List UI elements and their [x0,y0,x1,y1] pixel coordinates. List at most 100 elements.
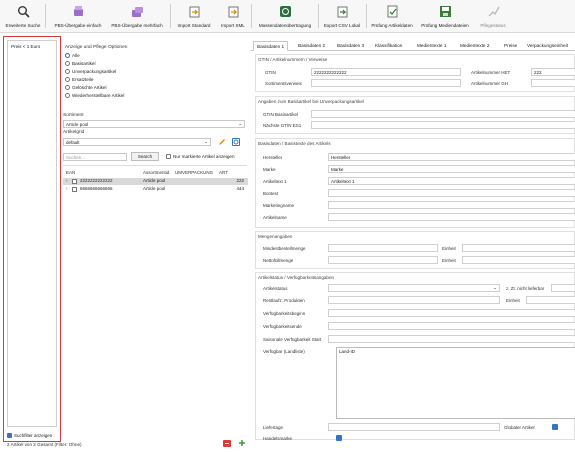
detail-tabs: Basisdaten 1 Basisdaten 2 Basisdaten 3 K… [250,41,575,51]
unit-select[interactable] [462,244,575,252]
global-article-checkbox[interactable] [552,424,558,430]
artikelgrid-value: default [66,140,80,145]
show-filter-checkbox-row[interactable]: Suchfilter anzeigen [7,433,52,438]
option-spare-parts[interactable]: Ersatzteile [65,77,93,82]
private-label-label: Handelsmarke [263,436,293,441]
export-csv-icon [336,5,349,18]
country-list[interactable]: Land-ID [336,347,575,419]
row-checkbox[interactable] [72,179,77,184]
option-base-article[interactable]: Basisartikel [65,61,96,66]
table-row[interactable]: › 2222222222222 Article pool 222 [63,178,248,185]
tab-preise[interactable]: Preise [501,41,520,51]
remove-icon[interactable] [223,440,231,447]
show-filter-checkbox[interactable] [7,433,12,438]
artnr-gh-field[interactable] [531,79,575,87]
option-all[interactable]: Alle [65,53,80,58]
search-placeholder: Suchen... [66,155,86,160]
unit2-select[interactable] [462,256,575,264]
only-marked-checkbox[interactable]: Nur markierte Artikel anzeigen [166,154,235,159]
chevron-down-icon: ⌄ [493,285,497,290]
sortiment-select[interactable]: Article pool ⌄ [63,120,245,128]
next-gtin-field[interactable] [311,121,575,129]
bontext-field[interactable] [328,189,575,197]
import-standard-button[interactable]: Import Standard [174,2,214,32]
tab-klassifikation[interactable]: Klassifikation [372,41,405,51]
availability-end-field[interactable] [328,322,575,330]
export-csv-button[interactable]: Export CSV Lokal [320,2,364,32]
gtin-group-title: GTIN / Artikelnummern / Verweise [258,57,328,62]
field-label: Bontext [263,191,279,196]
mass-transfer-button[interactable]: Massendatenübertragung [254,2,316,32]
advanced-search-button[interactable]: Erweiterte Suche [4,2,42,32]
artnr-het-field[interactable]: 222 [531,68,575,76]
col-header-assortment[interactable]: Assortmentid [143,170,169,175]
filter-entry[interactable]: Preis < 1 Euro [11,44,40,49]
cell-ean: 6666666666666 [80,186,113,191]
artikelstatus-select[interactable]: ⌄ [328,284,500,292]
brand-field[interactable]: Marke [328,165,575,173]
availability-group: Artikelstatus / Verfügbarkeitsangaben Ar… [255,272,575,441]
delivery-days-field[interactable] [328,423,500,431]
sortiment-ref-field[interactable] [311,79,461,87]
search-button[interactable]: Search [131,152,159,161]
tab-basisdaten-2[interactable]: Basisdaten 2 [295,41,328,51]
option-label: Alle [72,53,80,58]
field-label: Marketingname [263,203,295,208]
pbs-multi-transfer-button[interactable]: PBS-Übergabe mehrfach [108,2,166,32]
toolbar-label: Erweiterte Suche [5,23,41,28]
toolbar-label: Import Standard [177,23,211,28]
min-order-field[interactable] [328,244,438,252]
toolbar-label: PBS-Übergabe einfach [54,23,102,28]
expand-icon[interactable]: › [66,186,68,191]
option-deleted[interactable]: Gelöschte Artikel [65,85,106,90]
artikelgrid-select[interactable]: default ⌄ [63,138,211,146]
refresh-icon[interactable] [232,138,240,146]
toolbar-label: Massendatenübertragung [258,23,312,28]
tab-basisdaten-1[interactable]: Basisdaten 1 [253,41,289,51]
unit-label: Einheit [442,246,456,251]
search-input[interactable]: Suchen... [63,153,127,161]
marketing-name-field[interactable] [328,201,575,209]
option-label: Ersatzteile [72,77,94,82]
edit-icon[interactable] [218,138,226,146]
filter-list[interactable]: Preis < 1 Euro [7,40,57,427]
seasonal-start-field[interactable] [328,335,575,343]
article-table: EAN Assortmentid UMVERPACKUNG ART › 2222… [63,165,248,193]
remaining-unit-select[interactable] [526,296,575,304]
expand-icon[interactable]: › [66,178,68,183]
import-xml-button[interactable]: Import XML [217,2,249,32]
tab-medientexte-2[interactable]: Medientexte 2 [457,41,492,51]
table-row[interactable]: › 6666666666666 Article pool 444 [63,186,248,193]
article-name-field[interactable] [328,213,575,221]
tab-verpackungseinheit[interactable]: Verpackungseinheit [524,41,571,51]
check-article-data-button[interactable]: Prüfung Artikeldaten [368,2,416,32]
private-label-checkbox[interactable] [336,435,342,441]
availability-start-field[interactable] [328,309,575,317]
pbs-single-transfer-button[interactable]: PBS-Übergabe einfach [50,2,106,32]
maintenance-status-button[interactable]: Pflegestatus [474,2,512,32]
net-quantity-label: Nettofüllmenge [263,258,294,263]
option-restorable[interactable]: Wiederherstellbare Artikel [65,93,124,98]
manufacturer-field[interactable]: Hersteller [328,153,575,161]
remaining-life-field[interactable] [328,296,500,304]
tab-medientexte-1[interactable]: Medientexte 1 [414,41,449,51]
only-marked-label: Nur markierte Artikel anzeigen [173,154,235,159]
col-header-ean[interactable]: EAN [66,170,75,175]
option-packaging-article[interactable]: Unverpackungsartikel [65,69,116,74]
row-checkbox[interactable] [72,187,77,192]
add-icon[interactable] [238,439,246,447]
col-header-art[interactable]: ART [219,170,228,175]
check-media-icon [439,5,452,18]
net-quantity-field[interactable] [328,256,438,264]
col-header-packaging[interactable]: UMVERPACKUNG [175,170,213,175]
availability-start-label: Verfügbarkeitsbeginn [263,311,306,316]
gtin-field[interactable]: 2222222222222 [311,68,461,76]
article-text-field[interactable]: Artikeltext 1 [328,177,575,185]
toolbar-label: Prüfung Artikeldaten [371,23,413,28]
gtin-basis-field[interactable] [311,110,575,118]
not-deliverable-select[interactable] [551,284,575,292]
status-bar: 2 Artikel von 2 Gesamt (Filter: Ohne) [7,442,82,447]
check-media-button[interactable]: Prüfung Mediendateien [418,2,472,32]
master-data-group: Basisdaten / Basistexte des Artikels Her… [255,138,575,228]
tab-basisdaten-3[interactable]: Basisdaten 3 [334,41,367,51]
